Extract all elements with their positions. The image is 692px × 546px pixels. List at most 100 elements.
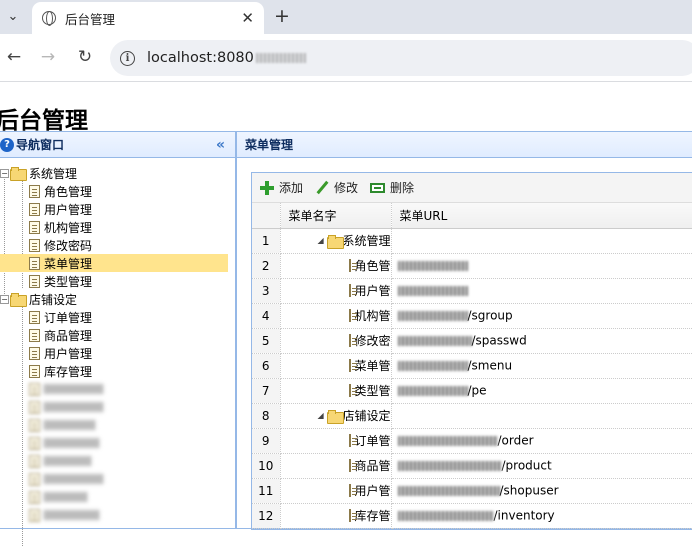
navigation-panel-header: ? 导航窗口 « — [0, 132, 235, 158]
file-icon — [348, 259, 357, 272]
reload-button[interactable]: ↻ — [74, 46, 96, 68]
tree-node-user[interactable]: 用户管理 — [0, 200, 235, 218]
file-icon — [348, 459, 357, 472]
table-row[interactable]: 11 用户管理/shopuser — [252, 478, 692, 504]
browser-toolbar: ← → ↻ i localhost:8080 — [0, 34, 692, 82]
menu-url-cell — [391, 253, 692, 279]
tree-collapse-icon[interactable]: − — [0, 168, 9, 178]
menu-name-cell: 用户管理 — [280, 478, 392, 504]
row-number: 10 — [252, 453, 281, 479]
address-bar[interactable]: i localhost:8080 — [110, 40, 692, 76]
table-row[interactable]: 2 角色管理 — [252, 253, 692, 279]
content-panel-header: 菜单管理 — [237, 132, 692, 158]
menu-url-text: /product — [501, 458, 552, 473]
file-icon — [348, 359, 357, 372]
url-redacted — [397, 435, 498, 446]
forward-button[interactable]: → — [37, 46, 59, 68]
tree-node-label: 店铺设定 — [29, 292, 78, 307]
tree-node-shop-user[interactable]: 用户管理 — [0, 344, 235, 362]
folder-icon — [326, 409, 344, 424]
column-header-name[interactable]: 菜单名字 — [280, 203, 392, 229]
tree-node-inventory[interactable]: 库存管理 — [0, 362, 235, 380]
table-row[interactable]: 4 机构管理/sgroup — [252, 303, 692, 329]
table-row[interactable]: 9 订单管理/order — [252, 428, 692, 454]
tree-node-group-system[interactable]: − 系统管理 — [0, 164, 235, 182]
delete-button-label: 删除 — [390, 181, 415, 195]
tree-node-label: 库存管理 — [44, 364, 93, 379]
tree-node-product[interactable]: 商品管理 — [0, 326, 235, 344]
menu-url-text: /shopuser — [499, 483, 559, 498]
new-tab-button[interactable]: + — [274, 5, 290, 27]
tree-expander-icon[interactable]: ◢ — [317, 236, 325, 245]
row-number: 7 — [252, 378, 281, 404]
pencil-icon — [315, 181, 329, 195]
row-number: 3 — [252, 278, 281, 304]
url-redacted — [397, 335, 472, 346]
table-row[interactable]: 3 用户管理 — [252, 278, 692, 304]
tree-expander-icon[interactable]: ◢ — [317, 411, 325, 420]
content-panel-title: 菜单管理 — [245, 138, 294, 152]
menu-tree-grid: 添加 修改 删除 菜单名字 菜单URL 1 ◢ 系统管理 2 角色管理 3 用户管理 4 机构管… — [251, 172, 692, 530]
edit-button[interactable]: 修改 — [315, 179, 358, 196]
file-icon — [29, 328, 40, 342]
tab-search-chevron-icon[interactable]: ⌄ — [0, 4, 26, 28]
table-row[interactable]: 8 ◢ 店铺设定 — [252, 403, 692, 429]
tree-node-menu[interactable]: 菜单管理 — [0, 254, 228, 272]
menu-name-cell: 修改密码 — [280, 328, 392, 354]
url-redacted — [397, 385, 468, 396]
table-row[interactable]: 7 类型管理/pe — [252, 378, 692, 404]
file-icon — [348, 384, 357, 397]
tree-node-type[interactable]: 类型管理 — [0, 272, 235, 290]
row-number: 12 — [252, 503, 281, 529]
table-row[interactable]: 6 菜单管理/smenu — [252, 353, 692, 379]
delete-button[interactable]: 删除 — [370, 179, 414, 196]
table-body: 1 ◢ 系统管理 2 角色管理 3 用户管理 4 机构管理/sgroup 5 修改密码/spassw… — [252, 228, 692, 529]
tree-node-password[interactable]: 修改密码 — [0, 236, 235, 254]
menu-name-label: 库存管理 — [354, 509, 391, 523]
tab-title: 后台管理 — [65, 11, 116, 27]
tree-node-org[interactable]: 机构管理 — [0, 218, 235, 236]
menu-name-label: 机构管理 — [354, 309, 391, 323]
collapse-panel-icon[interactable]: « — [216, 137, 225, 153]
file-icon — [348, 284, 357, 297]
column-header-url[interactable]: 菜单URL — [391, 203, 692, 229]
tree-node-role[interactable]: 角色管理 — [0, 182, 235, 200]
table-row[interactable]: 10 商品管理/product — [252, 453, 692, 479]
browser-tab-strip: ⌄ 后台管理 ✕ + — [0, 0, 692, 34]
row-number: 2 — [252, 253, 281, 279]
menu-name-cell: 用户管理 — [280, 278, 392, 304]
menu-name-cell: ◢ 系统管理 — [280, 228, 392, 254]
tree-collapse-icon[interactable]: − — [0, 294, 9, 304]
row-number: 4 — [252, 303, 281, 329]
menu-url-cell — [391, 278, 692, 304]
menu-name-label: 商品管理 — [354, 459, 391, 473]
file-icon — [29, 274, 40, 288]
browser-tab[interactable]: 后台管理 ✕ — [32, 2, 264, 34]
tree-node-label: 系统管理 — [29, 166, 78, 181]
menu-name-cell: 商品管理 — [280, 453, 392, 479]
add-button[interactable]: 添加 — [260, 179, 303, 196]
menu-url-cell: /order — [391, 428, 692, 454]
close-tab-icon[interactable]: ✕ — [241, 9, 254, 27]
menu-url-cell: /pe — [391, 378, 692, 404]
url-redacted — [397, 310, 468, 321]
file-icon — [29, 184, 40, 198]
back-button[interactable]: ← — [3, 46, 25, 68]
menu-name-label: 订单管理 — [354, 434, 391, 448]
content-panel: 菜单管理 添加 修改 删除 菜单名字 菜单URL 1 ◢ 系统管理 2 角色管 … — [236, 131, 692, 530]
page-title: 后台管理 — [0, 108, 88, 134]
url-redacted — [397, 360, 468, 371]
row-number: 1 — [252, 228, 281, 254]
tree-node-group-shop[interactable]: − 店铺设定 — [0, 290, 235, 308]
menu-name-label: 店铺设定 — [342, 409, 391, 423]
table-row[interactable]: 1 ◢ 系统管理 — [252, 228, 692, 254]
navigation-tree: − 系统管理 角色管理 用户管理 机构管理 修改密码 菜单管理 类型管理 − 店… — [0, 158, 235, 546]
menu-url-cell: /product — [391, 453, 692, 479]
tree-node-order[interactable]: 订单管理 — [0, 308, 235, 326]
table-row[interactable]: 12 库存管理/inventory — [252, 503, 692, 529]
site-info-icon[interactable]: i — [120, 50, 135, 66]
url-redacted — [397, 260, 468, 271]
help-icon: ? — [0, 137, 14, 152]
menu-url-text: /pe — [467, 383, 487, 398]
table-row[interactable]: 5 修改密码/spasswd — [252, 328, 692, 354]
